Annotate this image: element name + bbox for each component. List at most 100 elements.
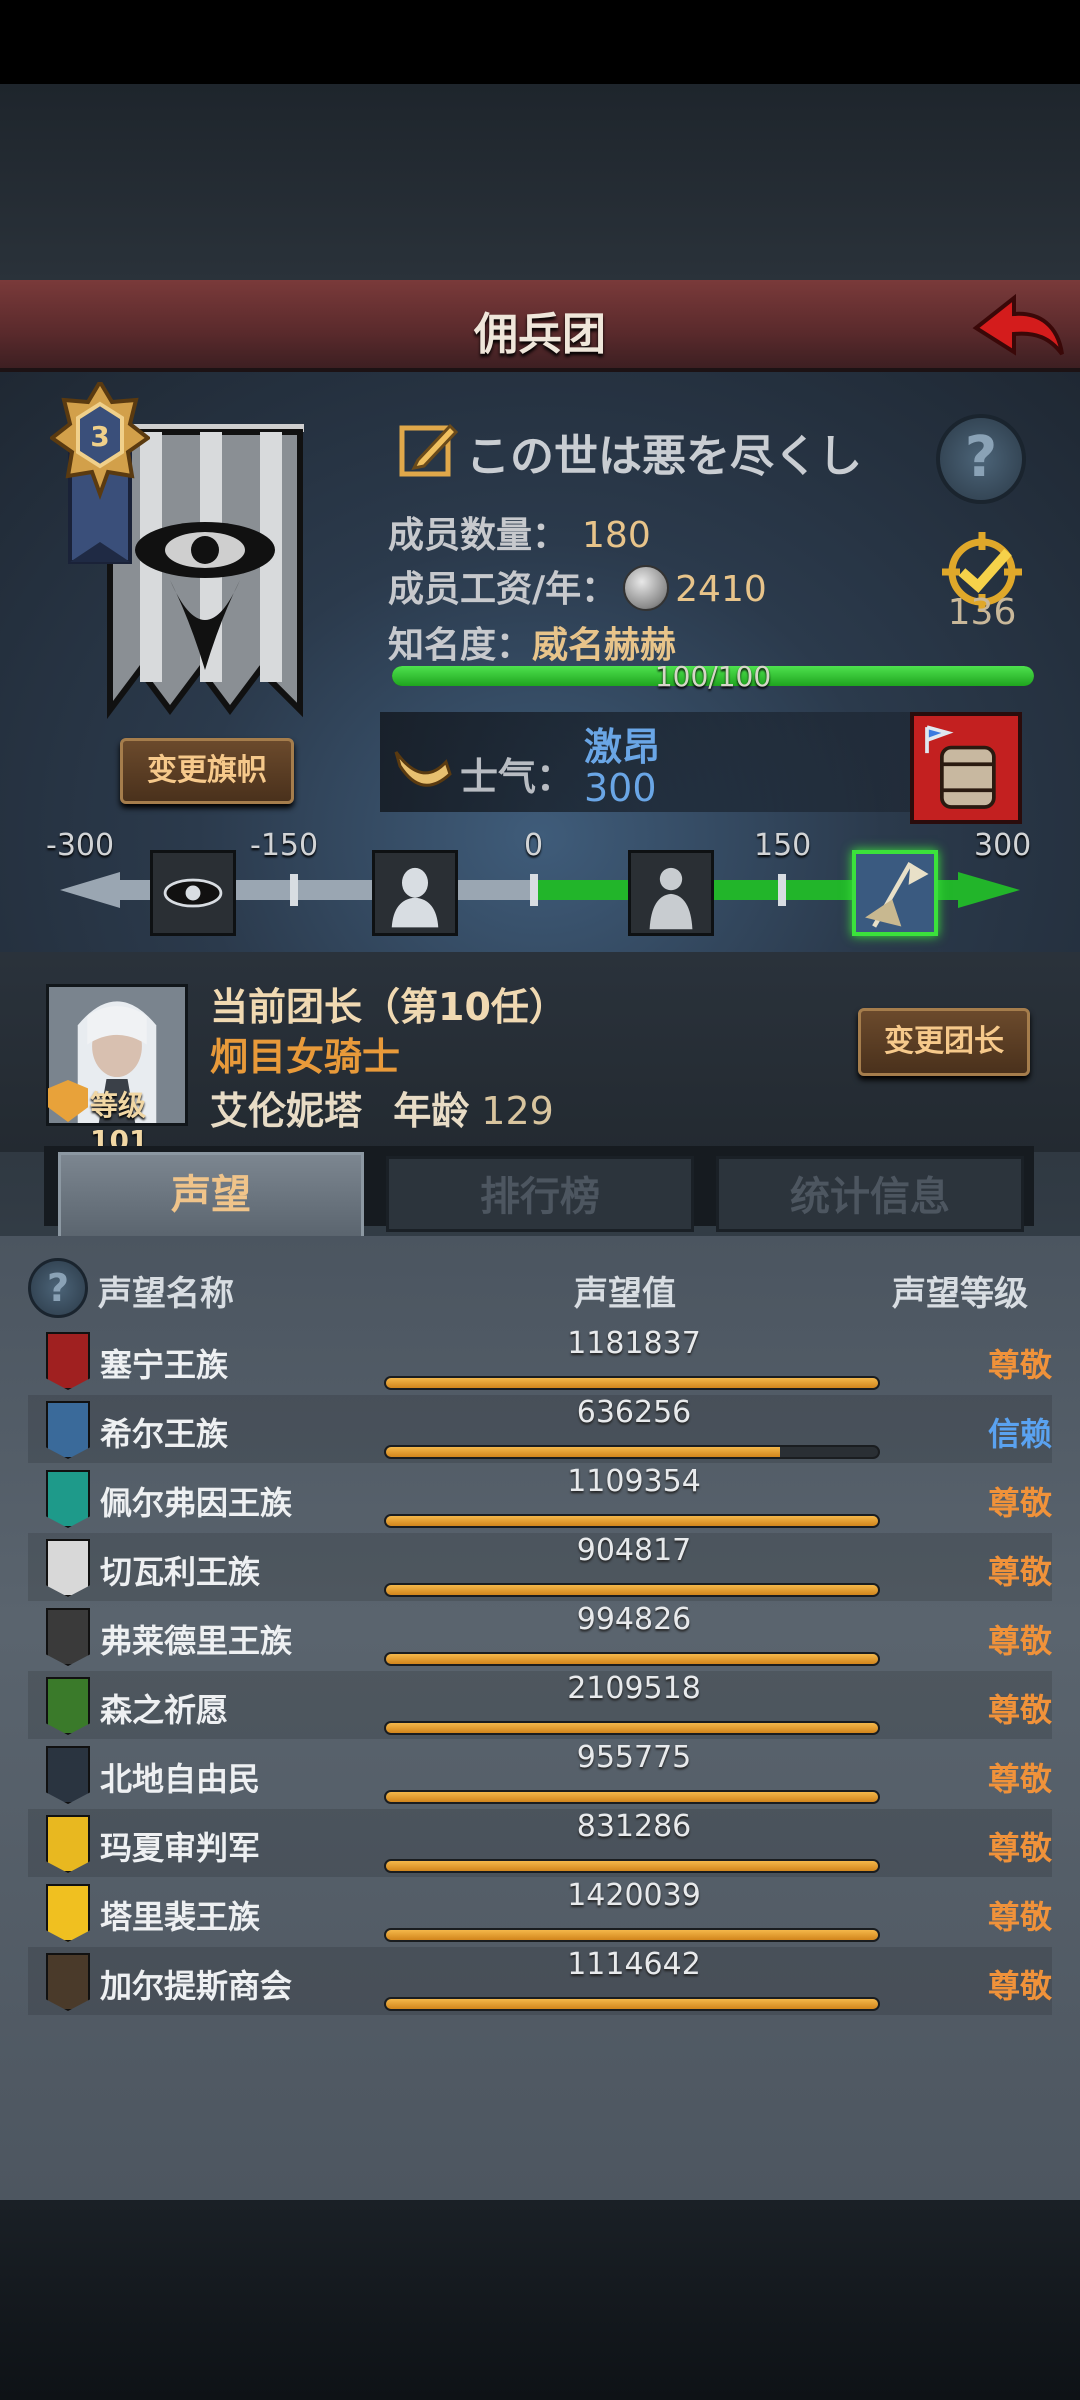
reputation-bar: [384, 1928, 880, 1942]
rank-badge-icon: [50, 382, 150, 564]
reputation-bar-fill: [386, 1516, 878, 1526]
reputation-bar-fill: [386, 1378, 878, 1388]
faction-name: 佩尔弗因王族: [100, 1484, 293, 1522]
reputation-level: 信赖: [987, 1415, 1052, 1453]
reputation-level: 尊敬: [987, 1484, 1052, 1522]
reputation-value: 1181837: [567, 1326, 701, 1361]
reputation-value: 2109518: [567, 1671, 701, 1706]
reputation-level: 尊敬: [987, 1898, 1052, 1936]
reputation-value: 1109354: [567, 1464, 701, 1499]
salary-value: 2410: [675, 569, 767, 610]
reputation-bar: [384, 1790, 880, 1804]
reputation-bar: [384, 1859, 880, 1873]
reputation-level: 尊敬: [987, 1622, 1052, 1660]
morale-slot-eye-icon[interactable]: [150, 850, 236, 936]
reputation-level: 尊敬: [987, 1967, 1052, 2005]
help-button[interactable]: ?: [936, 414, 1026, 504]
column-header-name: 声望名称: [98, 1274, 234, 1314]
morale-state: 激昂: [584, 725, 661, 769]
member-count-row: 成员数量： 180: [388, 506, 651, 558]
table-row[interactable]: 佩尔弗因王族 1109354 尊敬: [28, 1464, 1052, 1532]
table-row[interactable]: 森之祈愿 2109518 尊敬: [28, 1671, 1052, 1739]
silver-coin-icon: [623, 565, 670, 611]
edit-name-icon[interactable]: [398, 420, 460, 480]
morale-value: 300: [584, 766, 657, 810]
backdrop: [0, 84, 1080, 284]
fame-progress-text: 100/100: [654, 660, 772, 693]
morale-label: 士气：: [460, 755, 575, 799]
table-row[interactable]: 塔里裴王族 1420039 尊敬: [28, 1878, 1052, 1946]
reputation-bar: [384, 1514, 880, 1528]
supply-barrel-button[interactable]: [910, 712, 1022, 824]
faction-emblem-icon: [46, 1332, 90, 1390]
faction-name: 希尔王族: [100, 1415, 229, 1453]
table-row[interactable]: 弗莱德里王族 994826 尊敬: [28, 1602, 1052, 1670]
reputation-bar-fill: [386, 1585, 878, 1595]
faction-emblem-icon: [46, 1608, 90, 1666]
reputation-bar-fill: [386, 1861, 878, 1871]
horn-icon: [394, 751, 452, 787]
level-shield-icon: [48, 1080, 88, 1122]
page-title: 佣兵团: [474, 309, 606, 360]
faction-emblem-icon: [46, 1401, 90, 1459]
scale-tick-label: 300: [974, 828, 1032, 863]
scale-tick-label: -300: [46, 828, 115, 863]
member-count-value: 180: [582, 515, 651, 556]
morale-slot-despair-icon[interactable]: [372, 850, 458, 936]
reputation-bar: [384, 1721, 880, 1735]
reputation-help-button[interactable]: ?: [28, 1258, 88, 1318]
reputation-bar-fill: [386, 1792, 878, 1802]
reputation-level: 尊敬: [987, 1829, 1052, 1867]
leader-name: 艾伦妮塔: [210, 1089, 363, 1133]
reputation-bar-fill: [386, 1930, 878, 1940]
reputation-bar: [384, 1583, 880, 1597]
faction-emblem-icon: [46, 1884, 90, 1942]
salary-label: 成员工资/年：: [388, 569, 618, 610]
tab-reputation[interactable]: 声望: [58, 1152, 364, 1236]
morale-slot-calm-icon[interactable]: [628, 850, 714, 936]
reputation-value: 994826: [576, 1602, 692, 1637]
leader-age-label: 年龄: [393, 1089, 470, 1133]
reputation-level: 尊敬: [987, 1553, 1052, 1591]
reputation-value: 955775: [576, 1740, 692, 1775]
back-arrow-icon[interactable]: [970, 288, 1066, 364]
reputation-level: 尊敬: [987, 1346, 1052, 1384]
table-row[interactable]: 玛夏审判军 831286 尊敬: [28, 1809, 1052, 1877]
reputation-bar-fill: [386, 1723, 878, 1733]
morale-slot-rally-icon[interactable]: [852, 850, 938, 936]
reputation-value: 1114642: [567, 1947, 701, 1982]
tab-ranking[interactable]: 排行榜: [386, 1156, 694, 1232]
faction-name: 加尔提斯商会: [100, 1967, 293, 2005]
leader-age: 129: [481, 1089, 554, 1133]
leader-name-age-row: 艾伦妮塔 年龄 129: [210, 1080, 554, 1135]
tab-statistics[interactable]: 统计信息: [716, 1156, 1024, 1232]
reputation-bar-fill: [386, 1654, 878, 1664]
reputation-level: 尊敬: [987, 1691, 1052, 1729]
faction-emblem-icon: [46, 1677, 90, 1735]
leader-title: 当前团长（第10任）: [210, 985, 567, 1029]
reputation-bar: [384, 1376, 880, 1390]
achievement-count: 136: [947, 592, 1017, 633]
reputation-value: 1420039: [567, 1878, 701, 1913]
salary-row: 成员工资/年： 2410: [388, 560, 767, 617]
table-row[interactable]: 希尔王族 636256 信赖: [28, 1395, 1052, 1463]
change-leader-button[interactable]: 变更团长: [858, 1008, 1030, 1076]
faction-name: 弗莱德里王族: [100, 1622, 293, 1660]
leader-level-badge: 等级101: [46, 1078, 192, 1157]
reputation-bar-fill: [386, 1447, 780, 1457]
guild-name: この世は悪を尽くし: [466, 431, 862, 482]
reputation-bar: [384, 1652, 880, 1666]
reputation-bar: [384, 1445, 880, 1459]
table-row[interactable]: 北地自由民 955775 尊敬: [28, 1740, 1052, 1808]
faction-emblem-icon: [46, 1815, 90, 1873]
faction-emblem-icon: [46, 1953, 90, 2011]
faction-name: 切瓦利王族: [100, 1553, 261, 1591]
faction-name: 塔里裴王族: [100, 1898, 261, 1936]
table-row[interactable]: 切瓦利王族 904817 尊敬: [28, 1533, 1052, 1601]
rank-number: 3: [90, 420, 110, 453]
faction-emblem-icon: [46, 1539, 90, 1597]
table-row[interactable]: 塞宁王族 1181837 尊敬: [28, 1326, 1052, 1394]
change-flag-button[interactable]: 变更旗帜: [120, 738, 294, 804]
table-row[interactable]: 加尔提斯商会 1114642 尊敬: [28, 1947, 1052, 2015]
scale-tick-label: -150: [250, 828, 319, 863]
